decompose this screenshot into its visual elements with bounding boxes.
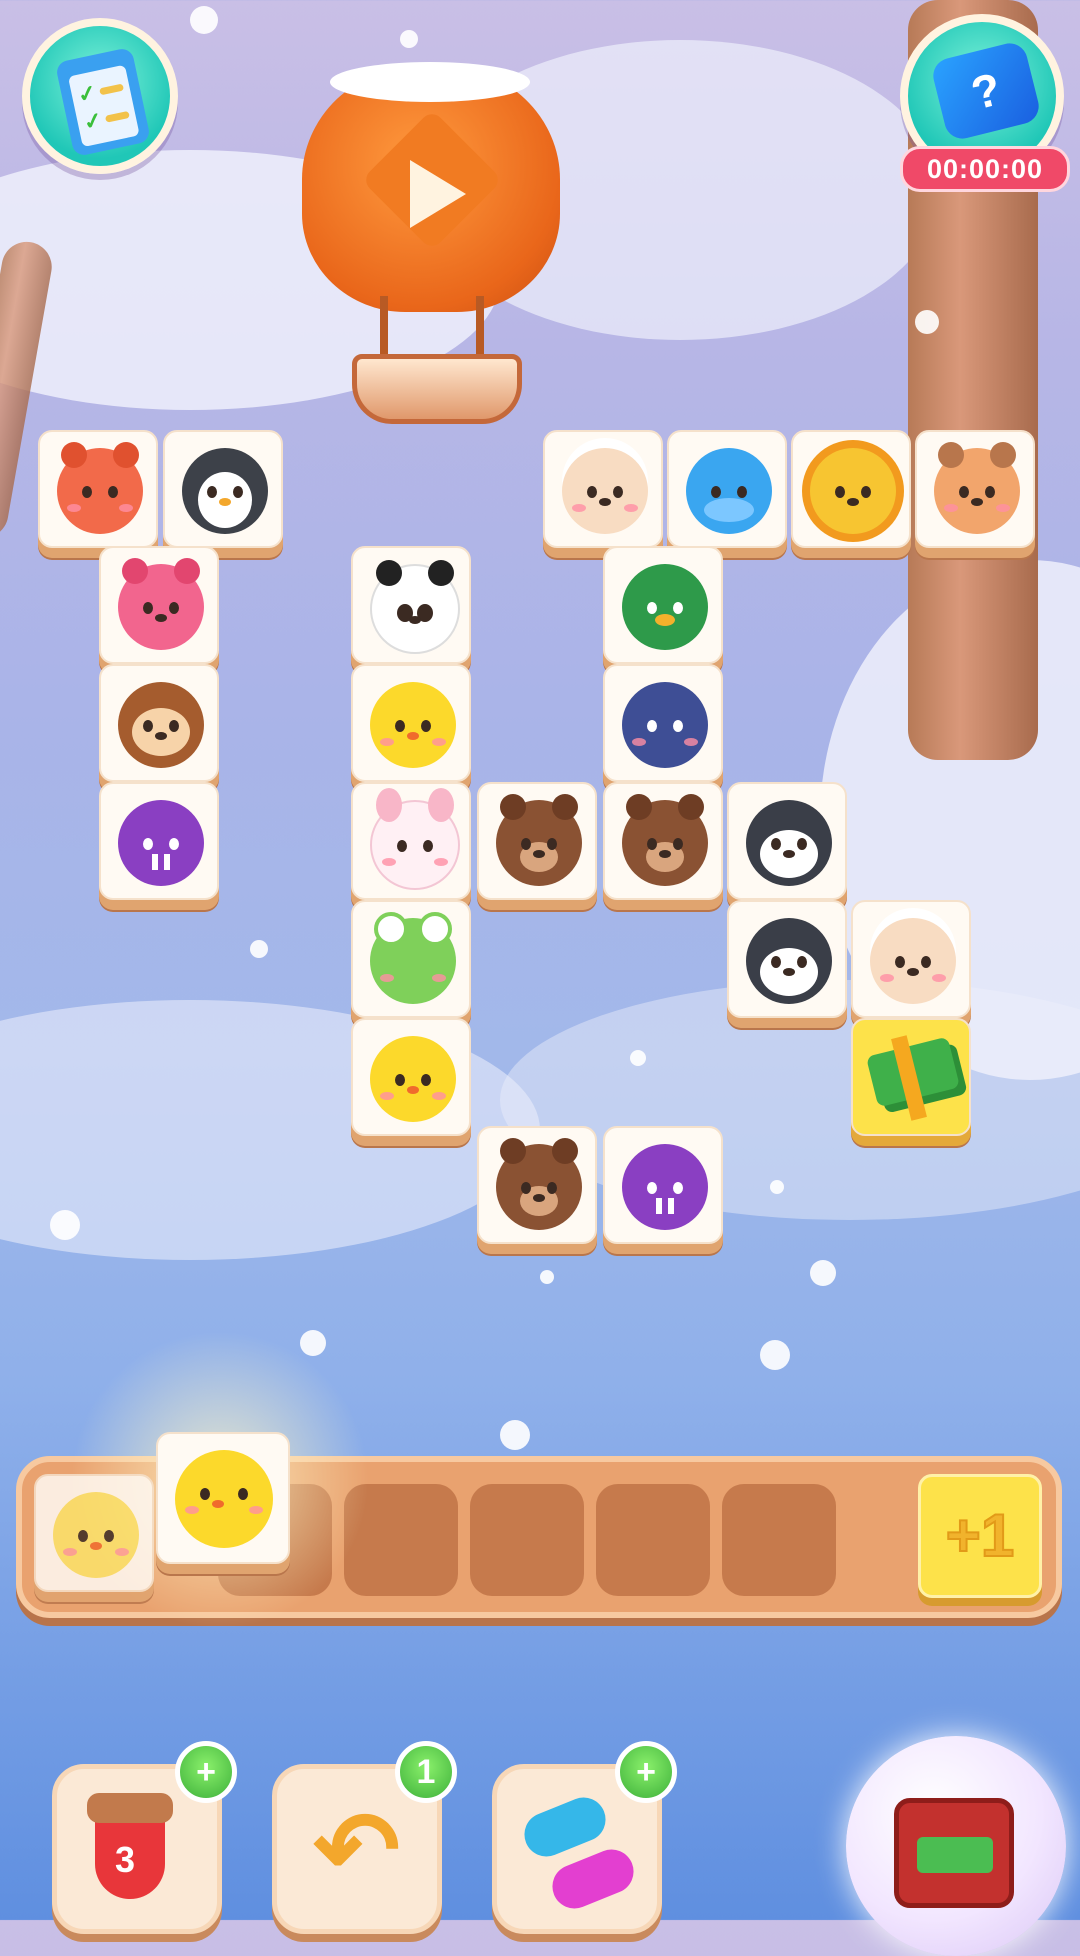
play-icon: [410, 160, 466, 228]
tile-lion[interactable]: [791, 430, 911, 548]
tile-brown-bear[interactable]: [477, 782, 597, 900]
treasure-chest-icon: [894, 1798, 1014, 1908]
tray-slot: [722, 1484, 836, 1596]
add-badge[interactable]: +: [175, 1741, 237, 1803]
undo-booster-button[interactable]: ↶ 1: [272, 1741, 457, 1934]
tile-cash[interactable]: [851, 1018, 971, 1136]
treasure-chest-button[interactable]: [846, 1736, 1066, 1956]
tasks-button[interactable]: ✓ ✓: [22, 18, 178, 174]
tile-duck[interactable]: [603, 546, 723, 664]
tile-brown-bear[interactable]: [477, 1126, 597, 1244]
tile-walrus[interactable]: [99, 782, 219, 900]
tile-walrus[interactable]: [603, 1126, 723, 1244]
undo-arrow-icon: ↶: [313, 1792, 401, 1908]
extra-slot-button[interactable]: +1: [918, 1474, 1042, 1598]
tile-frog[interactable]: [351, 900, 471, 1018]
tile-chick[interactable]: [351, 1018, 471, 1136]
tile-penguin[interactable]: [163, 430, 283, 548]
tile-bunny[interactable]: [351, 782, 471, 900]
sock-booster-button[interactable]: 3 +: [52, 1741, 237, 1934]
tray-slot: [596, 1484, 710, 1596]
clipboard-check-icon: ✓ ✓: [54, 46, 152, 158]
balloon-basket: [352, 354, 522, 424]
tile-sheep[interactable]: [851, 900, 971, 1018]
tray-slot: [470, 1484, 584, 1596]
tray-tile-chick: [34, 1474, 154, 1592]
tile-chick[interactable]: [351, 664, 471, 782]
tile-elephant[interactable]: [603, 664, 723, 782]
count-badge: 1: [395, 1741, 457, 1803]
tile-husky[interactable]: [727, 900, 847, 1018]
tile-brown-bear[interactable]: [603, 782, 723, 900]
level-timer: 00:00:00: [900, 146, 1070, 192]
tile-husky[interactable]: [727, 782, 847, 900]
tile-fox[interactable]: [38, 430, 158, 548]
tile-pink-bear[interactable]: [99, 546, 219, 664]
tile-hippo[interactable]: [667, 430, 787, 548]
tile-deer[interactable]: [915, 430, 1035, 548]
add-badge[interactable]: +: [615, 1741, 677, 1803]
tile-monkey[interactable]: [99, 664, 219, 782]
tile-panda[interactable]: [351, 546, 471, 664]
shuffle-booster-button[interactable]: +: [492, 1741, 677, 1934]
tray-tile-chick: [156, 1432, 290, 1564]
tile-sheep[interactable]: [543, 430, 663, 548]
question-cube-icon: ?: [929, 39, 1043, 143]
